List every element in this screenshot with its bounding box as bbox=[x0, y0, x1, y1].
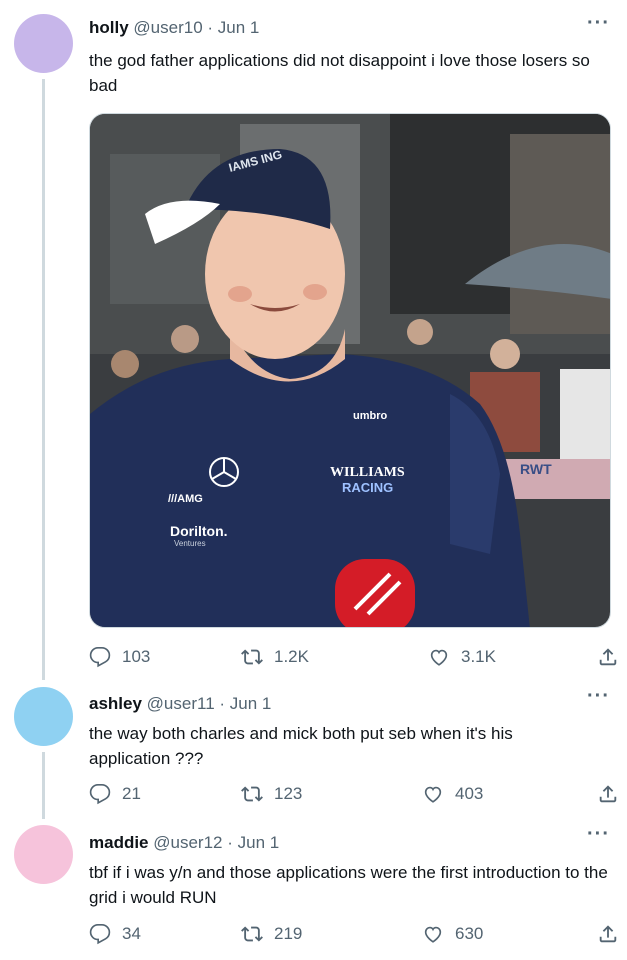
share-button[interactable] bbox=[597, 923, 619, 945]
like-button[interactable]: 630 bbox=[422, 923, 483, 945]
retweet-button[interactable]: 123 bbox=[241, 783, 302, 805]
reply-icon bbox=[89, 784, 111, 805]
like-icon bbox=[430, 649, 448, 666]
avatar[interactable] bbox=[14, 687, 73, 746]
like-count: 3.1K bbox=[461, 647, 496, 666]
timestamp[interactable]: Jun 1 bbox=[218, 18, 260, 37]
tweet[interactable]: ashley @user11 · Jun 1 ··· the way both … bbox=[0, 677, 627, 819]
more-icon[interactable]: ··· bbox=[587, 685, 610, 708]
like-button[interactable]: 403 bbox=[422, 783, 483, 805]
thread-line bbox=[42, 79, 45, 680]
tweet-actions: 34 219 630 bbox=[89, 923, 619, 949]
reply-count: 21 bbox=[122, 784, 141, 803]
tweet-actions: 21 123 403 bbox=[89, 783, 619, 809]
separator: · bbox=[207, 18, 214, 37]
separator: · bbox=[219, 694, 226, 713]
retweet-button[interactable]: 1.2K bbox=[241, 646, 309, 668]
share-button[interactable] bbox=[597, 646, 619, 668]
reply-button[interactable]: 103 bbox=[89, 646, 150, 668]
handle[interactable]: @user12 bbox=[153, 833, 222, 852]
tweet-photo[interactable]: RWT IAMS ING umbro WILLIAMS RACING ///AM… bbox=[89, 113, 611, 628]
retweet-count: 219 bbox=[274, 924, 303, 943]
tweet[interactable]: maddie @user12 · Jun 1 ··· tbf if i was … bbox=[0, 817, 627, 960]
reply-icon bbox=[89, 924, 111, 945]
retweet-icon bbox=[241, 649, 263, 665]
separator: · bbox=[227, 833, 233, 852]
reply-icon bbox=[89, 647, 111, 668]
display-name[interactable]: maddie bbox=[89, 833, 149, 852]
tweet-text: the way both charles and mick both put s… bbox=[89, 724, 513, 768]
timestamp[interactable]: Jun 1 bbox=[230, 694, 272, 713]
timestamp[interactable]: Jun 1 bbox=[238, 833, 280, 852]
retweet-count: 123 bbox=[274, 784, 303, 803]
sponsor-ventures: Ventures bbox=[174, 539, 206, 548]
like-icon bbox=[424, 786, 442, 803]
tweet-header: ashley @user11 · Jun 1 bbox=[89, 694, 271, 714]
tweet[interactable]: holly @user10 · Jun 1 ··· the god father… bbox=[0, 0, 627, 680]
handle[interactable]: @user11 bbox=[147, 694, 215, 713]
retweet-button[interactable]: 219 bbox=[241, 923, 302, 945]
shirt-team-line1: WILLIAMS bbox=[330, 465, 405, 480]
retweet-icon bbox=[241, 926, 263, 942]
like-icon bbox=[424, 926, 442, 943]
handle[interactable]: @user10 bbox=[133, 18, 202, 37]
share-icon bbox=[599, 925, 617, 943]
tweet-text: tbf if i was y/n and those applications … bbox=[89, 863, 608, 907]
like-count: 630 bbox=[455, 924, 484, 943]
more-icon[interactable]: ··· bbox=[587, 823, 610, 846]
like-button[interactable]: 3.1K bbox=[428, 646, 496, 668]
share-button[interactable] bbox=[597, 783, 619, 805]
retweet-count: 1.2K bbox=[274, 647, 309, 666]
display-name[interactable]: ashley bbox=[89, 694, 142, 713]
tweet-text: the god father applications did not disa… bbox=[89, 51, 590, 95]
reply-count: 103 bbox=[122, 647, 151, 666]
background-sign: RWT bbox=[520, 461, 552, 477]
share-icon bbox=[599, 648, 617, 666]
tweet-header: holly @user10 · Jun 1 bbox=[89, 18, 259, 38]
shirt-brand: umbro bbox=[353, 410, 388, 422]
display-name[interactable]: holly bbox=[89, 18, 129, 37]
more-icon[interactable]: ··· bbox=[587, 12, 610, 35]
share-icon bbox=[599, 785, 617, 803]
retweet-icon bbox=[241, 786, 263, 802]
reply-count: 34 bbox=[122, 924, 141, 943]
thread-line bbox=[42, 752, 45, 819]
reply-button[interactable]: 34 bbox=[89, 923, 141, 945]
tweet-header: maddie @user12 · Jun 1 bbox=[89, 833, 279, 853]
like-count: 403 bbox=[455, 784, 484, 803]
sponsor-dorilton: Dorilton. bbox=[170, 523, 228, 539]
tweet-actions: 103 1.2K 3.1K bbox=[89, 646, 619, 672]
avatar[interactable] bbox=[14, 14, 73, 73]
shirt-team-line2: RACING bbox=[342, 480, 393, 495]
reply-button[interactable]: 21 bbox=[89, 783, 141, 805]
sponsor-amg: ///AMG bbox=[168, 493, 203, 505]
avatar[interactable] bbox=[14, 825, 73, 884]
